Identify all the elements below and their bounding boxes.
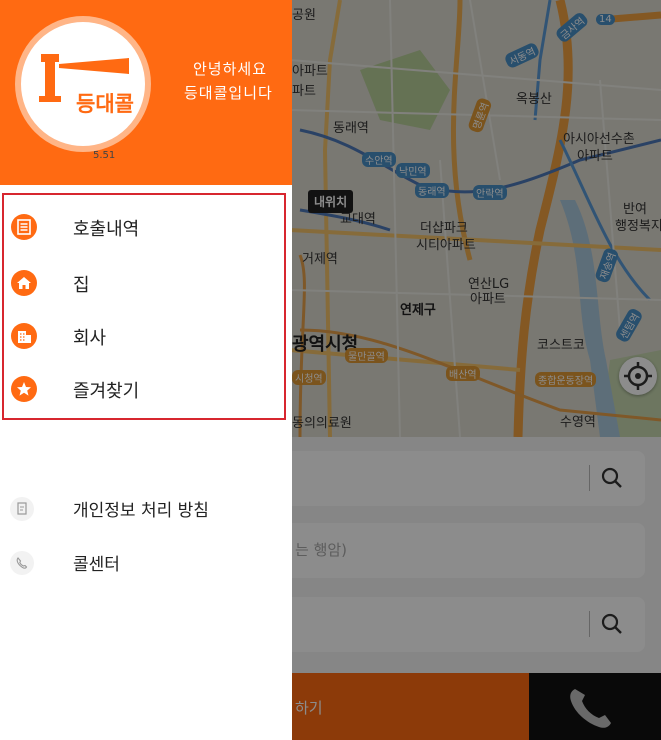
greeting-line-1: 안녕하세요 bbox=[193, 60, 268, 78]
phone-icon bbox=[10, 551, 34, 575]
app-version: 5.51 bbox=[93, 150, 116, 161]
lighthouse-icon bbox=[39, 54, 129, 102]
logo-text: 등대콜 bbox=[76, 92, 134, 116]
drawer-header: 등대콜 5.51 안녕하세요 등대콜입니다 bbox=[0, 0, 292, 185]
menu-item-privacy-policy[interactable]: 개인정보 처리 방침 bbox=[0, 486, 292, 530]
menu-item-label: 콜센터 bbox=[73, 555, 120, 575]
document-icon bbox=[10, 497, 34, 521]
navigation-drawer: 등대콜 5.51 안녕하세요 등대콜입니다 호출내역 집 회사 즐겨찾기 개인정… bbox=[0, 0, 292, 740]
menu-item-call-center[interactable]: 콜센터 bbox=[0, 540, 292, 584]
greeting-line-2: 등대콜입니다 bbox=[184, 84, 273, 102]
app-screen: 공원 동래역 수안역 낙민역 명륜역 서동역 금사역 옥봉산 아시아선수촌 아파… bbox=[0, 0, 661, 740]
menu-highlight-box bbox=[2, 193, 286, 420]
app-logo: 등대콜 5.51 bbox=[15, 16, 151, 161]
menu-item-label: 개인정보 처리 방침 bbox=[73, 501, 209, 521]
